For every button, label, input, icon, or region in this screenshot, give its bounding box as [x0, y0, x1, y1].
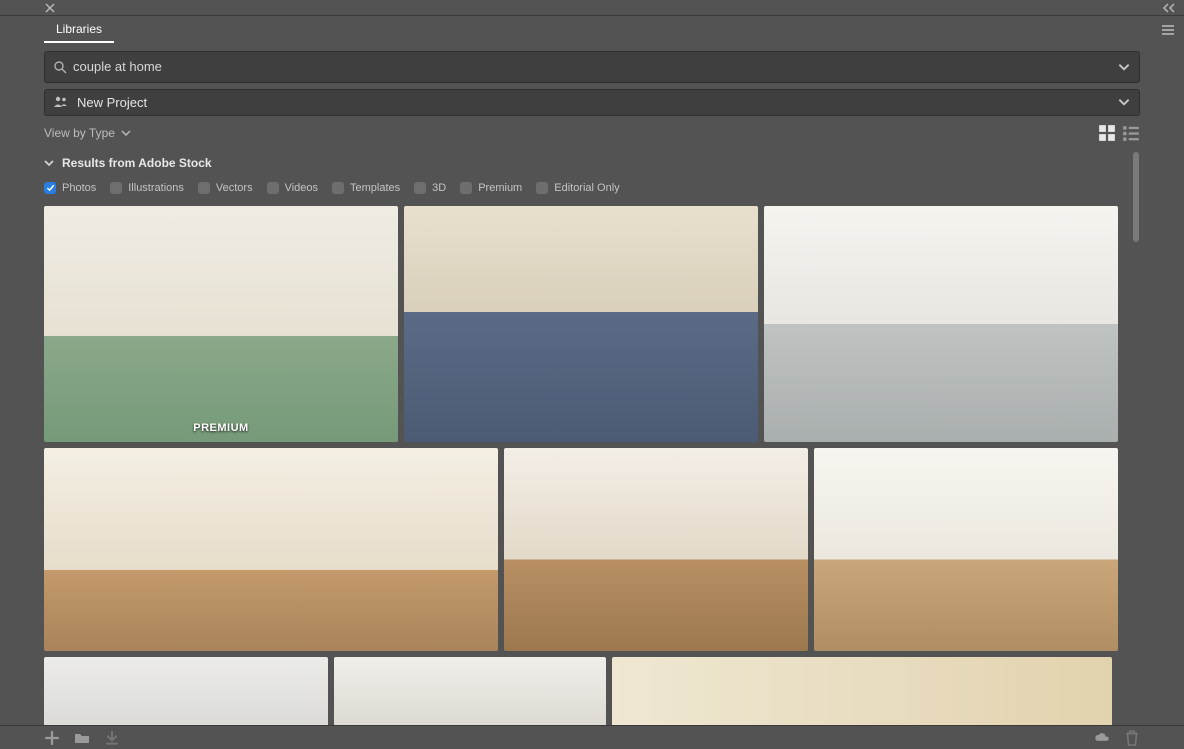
library-select[interactable]: New Project — [44, 89, 1140, 117]
results-wrap: Results from Adobe Stock Photos Illustrat… — [44, 148, 1140, 726]
search-row — [44, 51, 1140, 82]
collapse-panel-icon[interactable] — [1162, 2, 1178, 14]
tab-libraries[interactable]: Libraries — [44, 16, 114, 43]
filter-photos[interactable]: Photos — [44, 182, 96, 194]
list-view-button[interactable] — [1122, 124, 1140, 142]
stock-thumbnail[interactable] — [764, 206, 1118, 442]
filter-premium[interactable]: Premium — [460, 182, 522, 194]
stock-thumbnail[interactable] — [44, 448, 498, 651]
import-button — [104, 730, 120, 746]
checkbox-icon — [536, 182, 548, 194]
filter-label: Videos — [285, 182, 318, 194]
panel-top-strip — [0, 0, 1184, 16]
close-icon[interactable] — [44, 2, 56, 14]
stock-thumbnail[interactable]: PREMIUM — [44, 206, 398, 442]
results-row: PREMIUM — [44, 206, 1126, 442]
checkbox-icon — [460, 182, 472, 194]
chevron-down-icon — [121, 128, 131, 138]
stock-thumbnail[interactable] — [404, 206, 758, 442]
search-scope-dropdown-icon[interactable] — [1117, 60, 1131, 74]
filter-label: Premium — [478, 182, 522, 194]
filter-editorial[interactable]: Editorial Only — [536, 182, 619, 194]
results-section-header[interactable]: Results from Adobe Stock — [44, 152, 1126, 174]
results-scroll[interactable]: Results from Adobe Stock Photos Illustrat… — [44, 148, 1132, 726]
view-by-label: View by Type — [44, 126, 115, 140]
results-row — [44, 657, 1126, 726]
stock-thumbnail[interactable] — [612, 657, 1112, 726]
checkbox-icon — [414, 182, 426, 194]
result-filters: Photos Illustrations Vectors Videos Template… — [44, 176, 1126, 200]
chevron-down-icon — [44, 158, 54, 168]
cloud-sync-icon[interactable] — [1094, 730, 1110, 746]
scrollbar-thumb[interactable] — [1133, 152, 1139, 242]
checkbox-icon — [332, 182, 344, 194]
delete-button — [1124, 730, 1140, 746]
panel-tab-row: Libraries — [0, 16, 1184, 43]
tab-libraries-label: Libraries — [56, 22, 102, 36]
grid-view-button[interactable] — [1098, 124, 1116, 142]
filter-label: Templates — [350, 182, 400, 194]
results-grid: PREMIUM — [44, 206, 1126, 726]
layout-toggle — [1098, 124, 1140, 142]
filter-vectors[interactable]: Vectors — [198, 182, 253, 194]
stock-thumbnail[interactable] — [504, 448, 808, 651]
filter-3d[interactable]: 3D — [414, 182, 446, 194]
view-by-dropdown[interactable]: View by Type — [44, 126, 131, 140]
results-section-title: Results from Adobe Stock — [62, 156, 212, 170]
premium-badge: PREMIUM — [193, 422, 248, 434]
libraries-panel: Libraries New Project — [0, 0, 1184, 749]
search-icon — [53, 60, 67, 74]
stock-thumbnail[interactable] — [814, 448, 1118, 651]
filter-label: Illustrations — [128, 182, 184, 194]
library-select-label: New Project — [77, 95, 1117, 110]
panel-inner: New Project View by Type — [44, 43, 1140, 725]
filter-videos[interactable]: Videos — [267, 182, 318, 194]
results-scrollbar[interactable] — [1132, 148, 1140, 726]
search-input[interactable] — [73, 59, 1117, 74]
chevron-down-icon — [1117, 95, 1131, 109]
filter-label: Photos — [62, 182, 96, 194]
filter-label: Editorial Only — [554, 182, 619, 194]
panel-menu-icon[interactable] — [1160, 22, 1176, 38]
people-icon — [53, 95, 69, 109]
checkbox-icon — [44, 182, 56, 194]
view-options-row: View by Type — [44, 118, 1140, 147]
add-button[interactable] — [44, 730, 60, 746]
open-folder-button[interactable] — [74, 730, 90, 746]
filter-label: 3D — [432, 182, 446, 194]
panel-footer — [0, 725, 1184, 749]
checkbox-icon — [267, 182, 279, 194]
stock-thumbnail[interactable] — [334, 657, 606, 726]
filter-templates[interactable]: Templates — [332, 182, 400, 194]
checkbox-icon — [198, 182, 210, 194]
filter-illustrations[interactable]: Illustrations — [110, 182, 184, 194]
stock-thumbnail[interactable] — [44, 657, 328, 726]
checkbox-icon — [110, 182, 122, 194]
filter-label: Vectors — [216, 182, 253, 194]
results-row — [44, 448, 1126, 651]
